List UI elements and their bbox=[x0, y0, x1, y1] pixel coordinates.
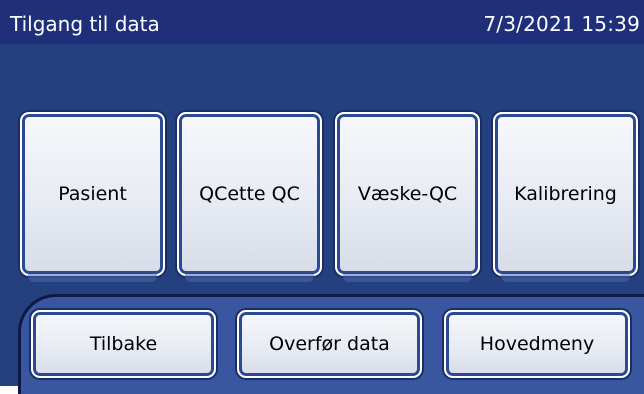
main-menu-button-label: Hovedmeny bbox=[479, 333, 595, 355]
transfer-data-button[interactable]: Overfør data bbox=[237, 310, 422, 378]
date-time: 7/3/2021 15:39 bbox=[483, 12, 640, 36]
qcette-qc-button-label: QCette QC bbox=[199, 183, 300, 205]
liquid-qc-button-label: Væske-QC bbox=[357, 183, 458, 205]
liquid-qc-button[interactable]: Væske-QC bbox=[335, 112, 480, 282]
patient-button-label: Pasient bbox=[58, 183, 127, 205]
qcette-qc-button[interactable]: QCette QC bbox=[177, 112, 322, 282]
calibration-button-label: Kalibrering bbox=[514, 183, 617, 205]
transfer-data-button-label: Overfør data bbox=[269, 333, 390, 355]
back-button[interactable]: Tilbake bbox=[31, 310, 216, 378]
back-button-label: Tilbake bbox=[89, 333, 158, 355]
screen: Tilgang til data 7/3/2021 15:39 Pasient … bbox=[0, 0, 644, 394]
main-menu-button[interactable]: Hovedmeny bbox=[444, 310, 630, 378]
calibration-button[interactable]: Kalibrering bbox=[493, 112, 638, 282]
patient-button[interactable]: Pasient bbox=[20, 112, 165, 282]
content-area: Pasient QCette QC Væske-QC Kalibrering T… bbox=[0, 44, 644, 394]
title-bar: Tilgang til data 7/3/2021 15:39 bbox=[0, 0, 644, 44]
page-title: Tilgang til data bbox=[10, 12, 160, 36]
